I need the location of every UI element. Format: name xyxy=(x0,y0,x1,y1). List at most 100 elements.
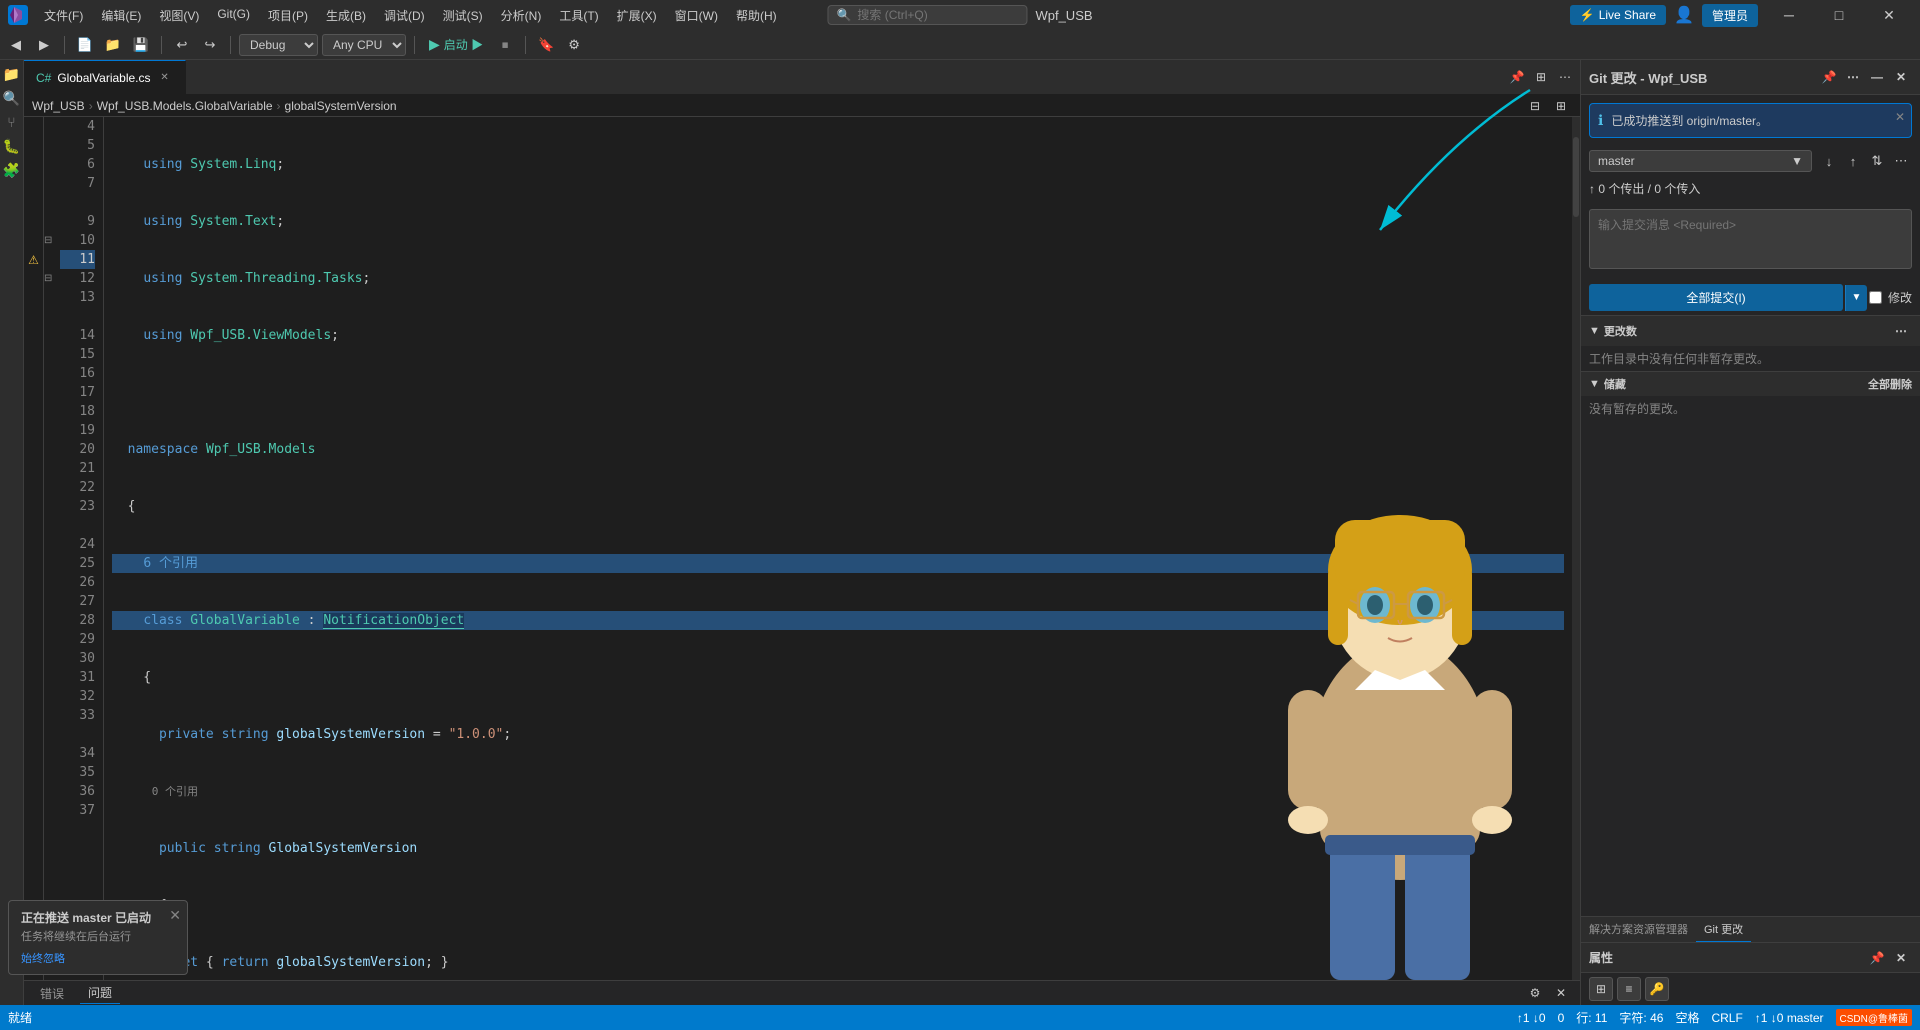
char-col: 字符: 46 xyxy=(1619,1009,1663,1026)
cpu-target-select[interactable]: Any CPU x64 x86 xyxy=(322,34,406,56)
csdn-logo: CSDN@鲁棒菌 xyxy=(1836,1009,1913,1026)
status-right: ↑1 ↓0 0 行: 11 字符: 46 空格 CRLF ↑1 ↓0 maste… xyxy=(1517,1009,1912,1026)
settings-button[interactable]: ⚙ xyxy=(562,33,586,57)
line-numbers: 4 5 6 7 9 10 11 12 13 14 15 16 17 18 19 … xyxy=(56,117,104,980)
menu-item[interactable]: 视图(V) xyxy=(151,5,207,26)
menu-item[interactable]: 测试(S) xyxy=(435,5,491,26)
scroll-thumb[interactable] xyxy=(1573,137,1579,217)
title-bar-right: ⚡ Live Share 👤 管理员 ─ □ ✕ xyxy=(1570,0,1912,30)
explorer-icon[interactable]: 📁 xyxy=(2,64,22,84)
split-editor-button[interactable]: ⊞ xyxy=(1530,66,1552,88)
delete-all-button[interactable]: 全部删除 xyxy=(1868,376,1912,392)
commit-all-button[interactable]: 全部提交(I) xyxy=(1589,284,1843,311)
bottom-tab-problems[interactable]: 问题 xyxy=(80,982,120,1004)
properties-close-button[interactable]: ✕ xyxy=(1890,947,1912,969)
properties-toolbar: ⊞ ≡ 🔑 xyxy=(1581,973,1920,1005)
more-sync-button[interactable]: ⋯ xyxy=(1890,150,1912,172)
open-button[interactable]: 📁 xyxy=(101,33,125,57)
pin-panel-button[interactable]: 📌 xyxy=(1506,66,1528,88)
search-input[interactable] xyxy=(857,8,1007,22)
debug-icon[interactable]: 🐛 xyxy=(2,136,22,156)
collapse-panel-button[interactable]: — xyxy=(1866,66,1888,88)
git-changes-tab[interactable]: Git 更改 xyxy=(1696,917,1751,942)
stop-button[interactable]: ⏹ xyxy=(493,33,517,57)
close-notification-button[interactable]: ✕ xyxy=(1895,110,1905,124)
close-panel-button[interactable]: ✕ xyxy=(1550,982,1572,1004)
line-ending: CRLF xyxy=(1711,1011,1742,1025)
git-panel-header: Git 更改 - Wpf_USB 📌 ⋯ — ✕ xyxy=(1581,60,1920,95)
sync-up-button[interactable]: ↑ xyxy=(1842,150,1864,172)
live-share-button[interactable]: ⚡ Live Share xyxy=(1570,5,1666,25)
menu-item[interactable]: 窗口(W) xyxy=(667,5,726,26)
branch-status[interactable]: ↑1 ↓0 master xyxy=(1755,1011,1824,1025)
breadcrumb-namespace[interactable]: Wpf_USB.Models.GlobalVariable xyxy=(97,99,273,113)
breadcrumb-symbol[interactable]: globalSystemVersion xyxy=(285,99,397,113)
storage-section-header[interactable]: ▼ 储藏 全部删除 xyxy=(1581,371,1920,396)
toolbar: ◀ ▶ 📄 📁 💾 ↩ ↪ Debug Release Any CPU x64 … xyxy=(0,30,1920,60)
bottom-tab-errors[interactable]: 错误 xyxy=(32,983,72,1004)
collapse-icon[interactable]: ⊟ xyxy=(44,231,56,250)
menu-item[interactable]: 调试(D) xyxy=(376,5,433,26)
menu-item[interactable]: 帮助(H) xyxy=(728,5,785,26)
notification-link[interactable]: 始终忽略 xyxy=(21,950,175,966)
pin-button[interactable]: 📌 xyxy=(1818,66,1840,88)
menu-item[interactable]: 扩展(X) xyxy=(609,5,665,26)
user-button[interactable]: 管理员 xyxy=(1702,4,1758,27)
props-grid-icon[interactable]: ⊞ xyxy=(1589,977,1613,1001)
props-list-icon[interactable]: ≡ xyxy=(1617,977,1641,1001)
menu-item[interactable]: 工具(T) xyxy=(551,5,606,26)
branch-row: master ▼ ↓ ↑ ⇅ ⋯ xyxy=(1581,146,1920,176)
bookmark-button[interactable]: 🔖 xyxy=(534,33,558,57)
git-sync-buttons: ↓ ↑ ⇅ ⋯ xyxy=(1818,150,1912,172)
back-button[interactable]: ◀ xyxy=(4,33,28,57)
debug-config-select[interactable]: Debug Release xyxy=(239,34,318,56)
commit-input[interactable] xyxy=(1589,209,1912,269)
menu-item[interactable]: 文件(F) xyxy=(36,5,91,26)
minimize-button[interactable]: ─ xyxy=(1766,0,1812,30)
properties-pin-button[interactable]: 📌 xyxy=(1866,947,1888,969)
commit-dropdown-button[interactable]: ▼ xyxy=(1845,285,1867,311)
tab-globalvariable[interactable]: C# GlobalVariable.cs ✕ xyxy=(24,60,186,94)
filter-icon[interactable]: ⚙ xyxy=(1524,982,1546,1004)
modify-checkbox-input[interactable] xyxy=(1869,291,1882,304)
props-key-icon[interactable]: 🔑 xyxy=(1645,977,1669,1001)
forward-button[interactable]: ▶ xyxy=(32,33,56,57)
search-box[interactable]: 🔍 xyxy=(827,5,1027,25)
git-icon[interactable]: ⑂ xyxy=(2,112,22,132)
vertical-scrollbar[interactable] xyxy=(1572,117,1580,980)
changes-more-button[interactable]: ⋯ xyxy=(1890,320,1912,342)
breadcrumb-project[interactable]: Wpf_USB xyxy=(32,99,85,113)
changes-section-header[interactable]: ▼ 更改数 ⋯ xyxy=(1581,315,1920,346)
solution-explorer-tab[interactable]: 解决方案资源管理器 xyxy=(1581,917,1696,942)
menu-item[interactable]: 生成(B) xyxy=(318,5,374,26)
error-count[interactable]: ↑1 ↓0 xyxy=(1517,1011,1546,1025)
search-icon[interactable]: 🔍 xyxy=(2,88,22,108)
menu-item[interactable]: 分析(N) xyxy=(493,5,550,26)
sync-down-button[interactable]: ↓ xyxy=(1818,150,1840,172)
collapse-button[interactable]: ⊟ xyxy=(1524,95,1546,117)
extensions-icon[interactable]: 🧩 xyxy=(2,160,22,180)
new-file-button[interactable]: 📄 xyxy=(73,33,97,57)
more-options-button[interactable]: ⋯ xyxy=(1842,66,1864,88)
close-button[interactable]: ✕ xyxy=(1866,0,1912,30)
toolbar-separator xyxy=(414,36,415,54)
expand-button[interactable]: ⊞ xyxy=(1550,95,1572,117)
storage-content: 没有暂存的更改。 xyxy=(1581,396,1920,421)
tab-close-button[interactable]: ✕ xyxy=(157,70,173,86)
redo-button[interactable]: ↪ xyxy=(198,33,222,57)
undo-button[interactable]: ↩ xyxy=(170,33,194,57)
run-button[interactable]: ▶ 启动 ▶ xyxy=(423,34,489,55)
sync-both-button[interactable]: ⇅ xyxy=(1866,150,1888,172)
maximize-button[interactable]: □ xyxy=(1816,0,1862,30)
menu-item[interactable]: 项目(P) xyxy=(260,5,316,26)
notification-close-button[interactable]: ✕ xyxy=(169,907,181,924)
menu-item[interactable]: Git(G) xyxy=(209,5,258,26)
save-button[interactable]: 💾 xyxy=(129,33,153,57)
close-git-panel-button[interactable]: ✕ xyxy=(1890,66,1912,88)
more-actions-button[interactable]: ⋯ xyxy=(1554,66,1576,88)
modify-checkbox[interactable]: 修改 xyxy=(1869,289,1912,306)
collapse-icon[interactable]: ⊟ xyxy=(44,269,56,288)
menu-item[interactable]: 编辑(E) xyxy=(93,5,149,26)
branch-dropdown[interactable]: master ▼ xyxy=(1589,150,1812,172)
breadcrumb: Wpf_USB › Wpf_USB.Models.GlobalVariable … xyxy=(24,95,1580,117)
